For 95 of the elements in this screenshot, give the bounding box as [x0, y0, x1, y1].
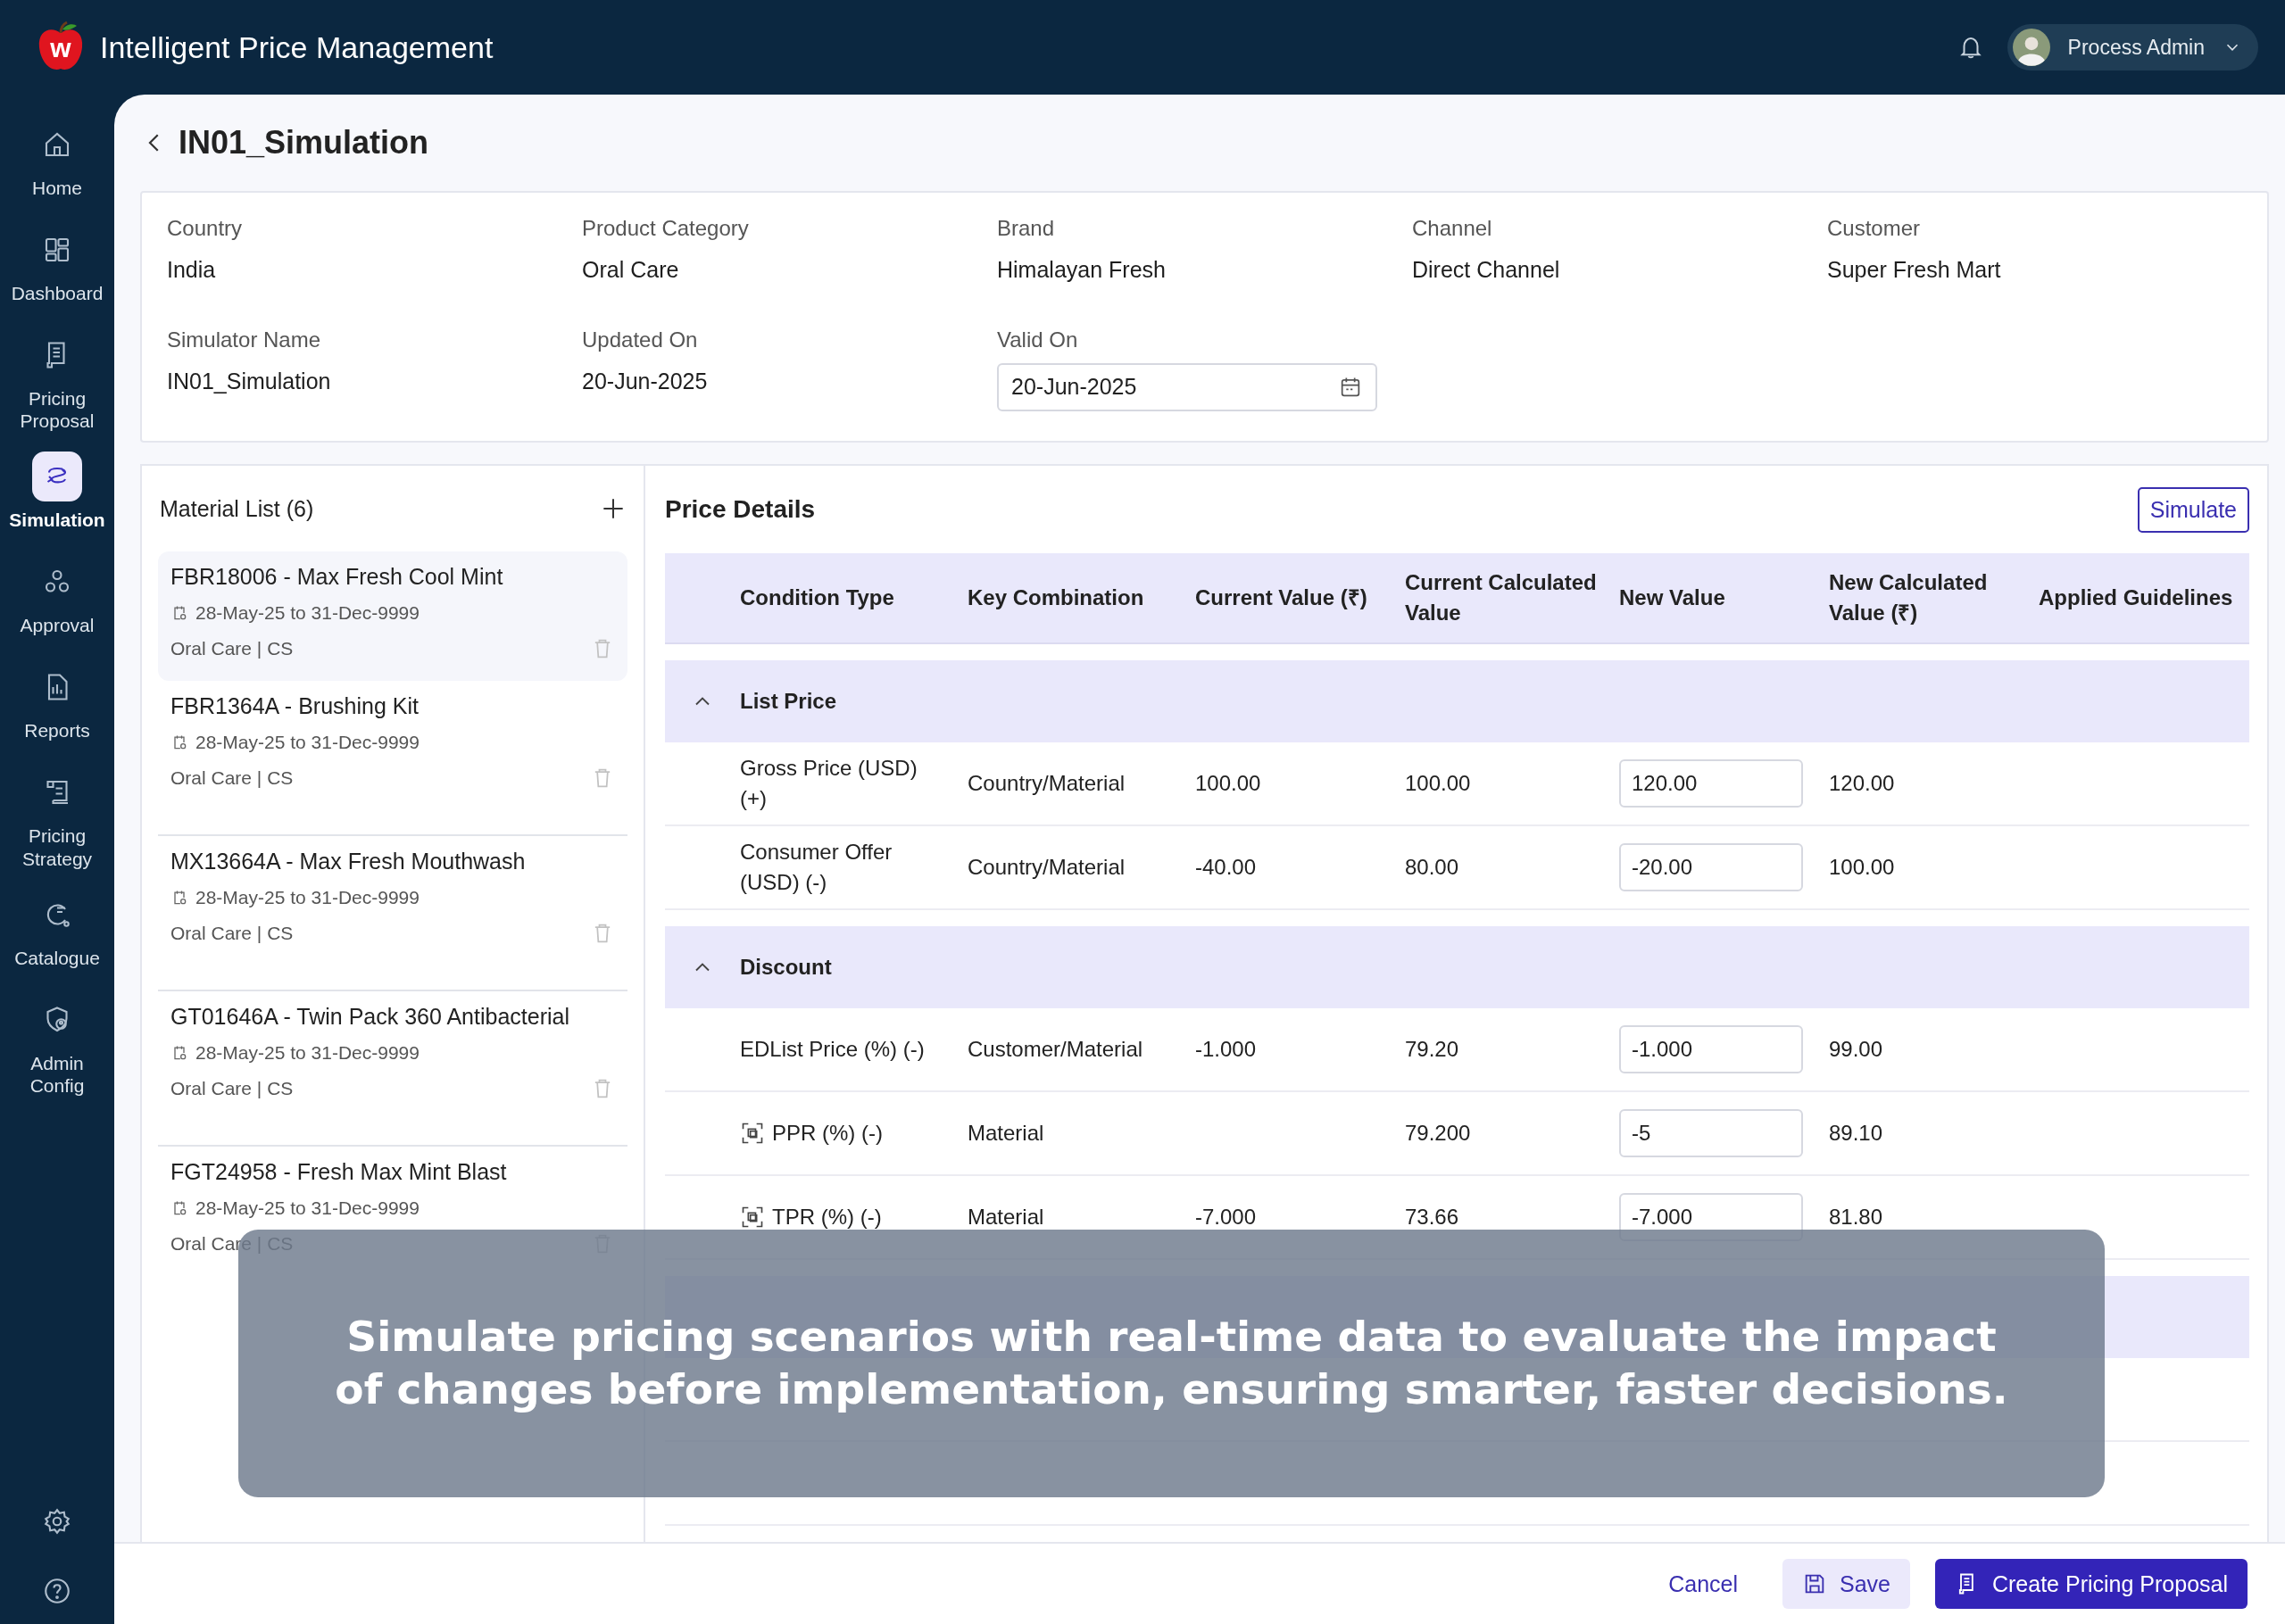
table-cell-text: Country/Material	[968, 771, 1126, 796]
field-label: Customer	[1827, 216, 1922, 241]
material-dates: 28-May-25 to 31-Dec-9999	[195, 732, 420, 753]
section-title: Discount	[740, 955, 833, 980]
app-title: Intelligent Price Management	[100, 29, 494, 65]
section-title: List Price	[740, 689, 838, 714]
field-label: Product Category	[582, 216, 750, 241]
user-menu-button[interactable]: Process Admin	[2007, 24, 2258, 70]
table-cell-text: 100.00	[1195, 771, 1262, 796]
table-cell-text: 79.20	[1405, 1037, 1460, 1062]
avatar-icon	[2012, 29, 2050, 66]
nav-item[interactable]: Simulation	[0, 452, 114, 538]
material-category: Oral Care | CS	[170, 638, 294, 659]
column-header: New Value	[1619, 584, 1726, 612]
field-value: 20-Jun-2025	[582, 368, 709, 394]
table-cell-text: Material	[968, 1205, 1045, 1230]
table-cell-text: 89.10	[1829, 1121, 1884, 1146]
date-field[interactable]: 20-Jun-2025	[997, 362, 1377, 411]
column-header: Applied Guidelines	[2039, 584, 2234, 612]
table-cell-text: Customer/Material	[968, 1037, 1144, 1062]
nav-item[interactable]: Dashboard	[0, 225, 114, 311]
column-header: Key Combination	[968, 584, 1145, 612]
material-item[interactable]: GT01646A - Twin Pack 360 Antibacterial 28-May-25 to 31-Dec-9999 Oral Care | CS	[158, 991, 627, 1147]
field-value: IN01_Simulation	[167, 368, 332, 394]
condition-cell-text: PPR (%) (-)	[772, 1120, 883, 1148]
material-list-title: Material List (6)	[160, 495, 314, 522]
condition-cell-text: EDList Price (%) (-)	[740, 1036, 925, 1064]
material-item[interactable]: FBR1364A - Brushing Kit 28-May-25 to 31-Dec-9999 Oral Care | CS	[158, 681, 627, 836]
scan-icon	[740, 1121, 765, 1146]
table-cell-text: Country/Material	[968, 855, 1126, 880]
new-value-field[interactable]: -5	[1619, 1109, 1803, 1157]
nav-item[interactable]: Admin Config	[0, 994, 114, 1098]
new-value-field[interactable]: -20.00	[1619, 843, 1803, 891]
material-name: FGT24958 - Fresh Max Mint Blast	[170, 1159, 508, 1185]
field-label: Updated On	[582, 327, 699, 352]
cancel-button[interactable]: Cancel	[1649, 1559, 1757, 1609]
nav-item[interactable]: Catalogue	[0, 889, 114, 975]
field-value: Himalayan Fresh	[997, 257, 1167, 283]
table-cell-text: 120.00	[1829, 771, 1896, 796]
price-details-title: Price Details	[665, 495, 816, 524]
table-cell-text: 99.00	[1829, 1037, 1884, 1062]
column-header: Current Value (₹)	[1195, 584, 1368, 612]
caption-text: Simulate pricing scenarios with real-time data to evaluate the impact of changes before implementation, ensuring smarter, faster decisions.	[334, 1311, 2009, 1415]
material-dates: 28-May-25 to 31-Dec-9999	[195, 887, 420, 908]
condition-cell-text: Gross Price (USD) (+)	[740, 755, 918, 812]
field-value: Super Fresh Mart	[1827, 257, 2002, 283]
material-name: FBR18006 - Max Fresh Cool Mint	[170, 564, 504, 590]
table-cell-text: 100.00	[1829, 855, 1896, 880]
condition-cell-text: Consumer Offer (USD) (-)	[740, 839, 893, 896]
material-category: Oral Care | CS	[170, 767, 294, 789]
page-title: IN01_Simulation	[179, 124, 429, 162]
create-pricing-proposal-button[interactable]: Create Pricing Proposal	[1935, 1559, 2248, 1609]
condition-cell-text: TPR (%) (-)	[772, 1204, 882, 1231]
field-value: Oral Care	[582, 257, 680, 283]
settings-icon[interactable]	[42, 1506, 72, 1537]
table-cell-text: -40.00	[1195, 855, 1258, 880]
table-cell-text: 100.00	[1405, 771, 1472, 796]
material-dates: 28-May-25 to 31-Dec-9999	[195, 1042, 420, 1064]
table-cell-text: -7.000	[1195, 1205, 1258, 1230]
nav-item[interactable]: Approval	[0, 557, 114, 643]
column-header: Current Calculated Value	[1405, 569, 1598, 626]
nav-item[interactable]: Pricing Strategy	[0, 767, 114, 870]
save-button[interactable]: Save	[1782, 1559, 1910, 1609]
table-cell-text: 81.80	[1829, 1205, 1884, 1230]
column-header: Condition Type	[740, 584, 895, 612]
new-value-field[interactable]: 120.00	[1619, 759, 1803, 808]
field-value: Direct Channel	[1412, 257, 1561, 283]
nav-item[interactable]: Home	[0, 120, 114, 205]
new-value-field[interactable]: -1.000	[1619, 1025, 1803, 1073]
material-name: GT01646A - Twin Pack 360 Antibacterial	[170, 1004, 571, 1030]
field-value: India	[167, 257, 217, 283]
material-item[interactable]: MX13664A - Max Fresh Mouthwash 28-May-25 to 31-Dec-9999 Oral Care | CS	[158, 836, 627, 991]
scan-icon	[740, 1205, 765, 1230]
table-cell-text: Material	[968, 1121, 1045, 1146]
table-cell-text: -1.000	[1195, 1037, 1258, 1062]
table-cell-text: 80.00	[1405, 855, 1460, 880]
material-dates: 28-May-25 to 31-Dec-9999	[195, 602, 420, 624]
field-label: Country	[167, 216, 244, 241]
nav-item[interactable]: Reports	[0, 662, 114, 749]
field-label: Channel	[1412, 216, 1493, 241]
column-header: New Calculated Value (₹)	[1829, 569, 1989, 626]
material-dates: 28-May-25 to 31-Dec-9999	[195, 1197, 420, 1219]
field-label: Valid On	[997, 327, 1079, 352]
simulate-button[interactable]: Simulate	[2137, 486, 2249, 533]
material-name: FBR1364A - Brushing Kit	[170, 693, 420, 719]
material-category: Oral Care | CS	[170, 1078, 294, 1099]
table-cell-text: 73.66	[1405, 1205, 1460, 1230]
field-label: Brand	[997, 216, 1056, 241]
table-cell-text: 79.200	[1405, 1121, 1472, 1146]
material-category: Oral Care | CS	[170, 923, 294, 944]
material-item[interactable]: FBR18006 - Max Fresh Cool Mint 28-May-25 to 31-Dec-9999 Oral Care | CS	[158, 551, 627, 681]
field-label: Simulator Name	[167, 327, 322, 352]
help-icon[interactable]	[42, 1576, 72, 1606]
nav-item[interactable]: Pricing Proposal	[0, 330, 114, 433]
material-name: MX13664A - Max Fresh Mouthwash	[170, 849, 527, 874]
